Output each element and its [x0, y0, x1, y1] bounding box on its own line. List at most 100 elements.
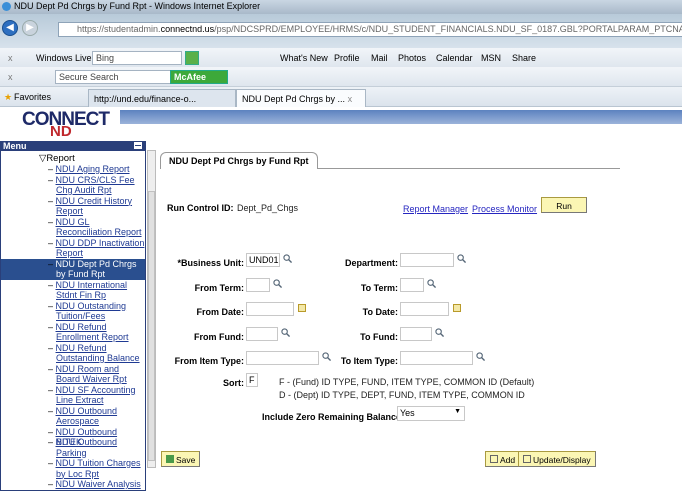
- business-unit-input[interactable]: UND01: [246, 253, 280, 267]
- sidebar-item[interactable]: – NDU Waiver Analysis: [1, 479, 145, 490]
- lookup-icon[interactable]: [281, 328, 291, 338]
- page-tab[interactable]: NDU Dept Pd Chrgs by Fund Rpt: [160, 152, 318, 169]
- close-toolbar-icon[interactable]: x: [8, 72, 13, 82]
- sidebar-item-link[interactable]: NDU Room and Board Waiver Rpt: [56, 364, 127, 385]
- sidebar-item[interactable]: – NDU Aging Report: [1, 164, 145, 175]
- scrollbar-thumb[interactable]: [148, 191, 155, 461]
- lookup-icon[interactable]: [273, 279, 283, 289]
- sidebar-item-link[interactable]: NDU Aging Report: [56, 164, 130, 174]
- sidebar-item[interactable]: – NDU Tuition Charges by Loc Rpt: [1, 458, 145, 479]
- sidebar-item[interactable]: – NDU GL Reconciliation Report: [1, 217, 145, 238]
- to-fund-label: To Fund:: [360, 332, 398, 342]
- to-date-input[interactable]: [400, 302, 449, 316]
- menu-folder-report[interactable]: ▽Report: [39, 153, 75, 164]
- close-toolbar-icon[interactable]: x: [8, 53, 13, 63]
- lookup-icon[interactable]: [457, 254, 467, 264]
- collapse-menu-icon[interactable]: [134, 142, 142, 149]
- sidebar-item[interactable]: – NDU Outbound Parking: [1, 437, 145, 458]
- sidebar-item[interactable]: – NDU Dept Pd Chrgs by Fund Rpt: [1, 258, 145, 280]
- sidebar-item-link[interactable]: NDU DDP Inactivation Report: [56, 238, 145, 259]
- windows-live-toolbar: x Windows Live Bing What's New Profile M…: [0, 48, 682, 68]
- lookup-icon[interactable]: [476, 352, 486, 362]
- toolbar-link[interactable]: Profile: [334, 53, 360, 63]
- url-path: /psp/NDCSPRD/EMPLOYEE/HRMS/c/NDU_STUDENT…: [214, 24, 682, 34]
- to-item-type-input[interactable]: [400, 351, 473, 365]
- sidebar-item-link[interactable]: NDU Refund Enrollment Report: [56, 322, 129, 343]
- browser-tab-active[interactable]: NDU Dept Pd Chrgs by ... x: [236, 89, 366, 107]
- include-zero-select[interactable]: Yes ▼: [397, 406, 465, 421]
- update-icon: [523, 455, 531, 463]
- sidebar-item[interactable]: – NDU Room and Board Waiver Rpt: [1, 364, 145, 385]
- update-display-button[interactable]: Update/Display: [518, 451, 596, 467]
- calendar-icon[interactable]: [453, 304, 461, 312]
- bing-search-input[interactable]: Bing: [92, 51, 182, 65]
- save-button[interactable]: Save: [161, 451, 201, 467]
- address-input[interactable]: https://studentadmin.connectnd.us/psp/ND…: [58, 22, 682, 37]
- favorites-button[interactable]: Favorites: [14, 92, 51, 102]
- mcafee-button[interactable]: McAfee: [170, 70, 228, 84]
- sidebar-item-link[interactable]: NDU Outbound Aerospace: [56, 406, 118, 427]
- from-term-input[interactable]: [246, 278, 270, 292]
- windows-live-brand[interactable]: Windows Live: [36, 53, 92, 63]
- from-date-input[interactable]: [246, 302, 294, 316]
- from-term-label: From Term:: [194, 283, 244, 293]
- sort-input[interactable]: F: [246, 373, 258, 387]
- toolbar-link[interactable]: Calendar: [436, 53, 473, 63]
- sidebar-item[interactable]: – NDU Credit History Report: [1, 196, 145, 217]
- url-domain: connectnd.us: [160, 24, 215, 34]
- menu-scrollbar[interactable]: [147, 150, 156, 468]
- sidebar-item-link[interactable]: NDU SF Accounting Line Extract: [56, 385, 136, 406]
- connectnd-logo-nd: ND: [50, 123, 72, 140]
- process-monitor-link[interactable]: Process Monitor: [472, 204, 537, 214]
- run-button[interactable]: Run: [541, 197, 587, 213]
- sidebar-item-link[interactable]: NDU Credit History Report: [56, 196, 133, 217]
- sidebar-item[interactable]: – NDU Outbound Aerospace: [1, 406, 145, 427]
- department-input[interactable]: [400, 253, 454, 267]
- sidebar-item[interactable]: – NDU SF Accounting Line Extract: [1, 385, 145, 406]
- sidebar-item[interactable]: – NDU Outbound BITEK: [1, 427, 145, 448]
- add-button[interactable]: Add: [485, 451, 521, 467]
- sidebar-item[interactable]: – NDU DDP Inactivation Report: [1, 238, 145, 259]
- sidebar-item[interactable]: – NDU Refund Enrollment Report: [1, 322, 145, 343]
- dropdown-arrow-icon: ▼: [454, 408, 461, 415]
- from-item-type-input[interactable]: [246, 351, 319, 365]
- toolbar-link[interactable]: What's New: [280, 53, 328, 63]
- sidebar-item[interactable]: – NDU Refund Outstanding Balance: [1, 343, 145, 364]
- toolbar-link[interactable]: Mail: [371, 53, 388, 63]
- lookup-icon[interactable]: [427, 279, 437, 289]
- search-go-icon[interactable]: [185, 51, 199, 65]
- back-button[interactable]: ◀: [2, 20, 18, 36]
- toolbar-link[interactable]: MSN: [481, 53, 501, 63]
- sidebar-item-link[interactable]: NDU CRS/CLS Fee Chg Audit Rpt: [56, 175, 135, 196]
- sidebar-item[interactable]: – NDU International Stdnt Fin Rp: [1, 280, 145, 301]
- lookup-icon[interactable]: [435, 328, 445, 338]
- toolbar-link[interactable]: Photos: [398, 53, 426, 63]
- menu-title: Menu: [3, 141, 27, 151]
- page-tab-strip: NDU Dept Pd Chrgs by Fund Rpt: [160, 152, 620, 169]
- run-control-label: Run Control ID:: [167, 203, 234, 213]
- lookup-icon[interactable]: [322, 352, 332, 362]
- from-fund-input[interactable]: [246, 327, 278, 341]
- sidebar-item-link[interactable]: NDU International Stdnt Fin Rp: [56, 280, 128, 301]
- sidebar-item-link[interactable]: NDU Refund Outstanding Balance: [56, 343, 140, 364]
- lookup-icon[interactable]: [283, 254, 293, 264]
- to-fund-input[interactable]: [400, 327, 432, 341]
- from-date-label: From Date:: [196, 307, 244, 317]
- save-icon: [166, 455, 174, 463]
- to-term-input[interactable]: [400, 278, 424, 292]
- sidebar-item[interactable]: – NDU CRS/CLS Fee Chg Audit Rpt: [1, 175, 145, 196]
- forward-button[interactable]: ▶: [22, 20, 38, 36]
- toolbar-link[interactable]: Share: [512, 53, 536, 63]
- sidebar-item-link[interactable]: NDU Tuition Charges by Loc Rpt: [56, 458, 141, 479]
- sidebar-item-link[interactable]: NDU Outstanding Tuition/Fees: [56, 301, 127, 322]
- sidebar-menu: Menu ▽Report – NDU Aging Report – NDU CRS…: [0, 141, 146, 491]
- calendar-icon[interactable]: [298, 304, 306, 312]
- report-manager-link[interactable]: Report Manager: [403, 204, 468, 214]
- browser-tab[interactable]: http://und.edu/finance-o...: [88, 89, 236, 107]
- sidebar-item-link[interactable]: NDU Waiver Analysis: [56, 479, 141, 489]
- sidebar-item[interactable]: – NDU Outstanding Tuition/Fees: [1, 301, 145, 322]
- sidebar-item-link[interactable]: NDU Outbound Parking: [56, 437, 118, 458]
- sidebar-item-link[interactable]: NDU Dept Pd Chrgs by Fund Rpt: [56, 259, 137, 280]
- sidebar-item-link[interactable]: NDU GL Reconciliation Report: [56, 217, 142, 238]
- tab-close-icon[interactable]: x: [348, 94, 353, 104]
